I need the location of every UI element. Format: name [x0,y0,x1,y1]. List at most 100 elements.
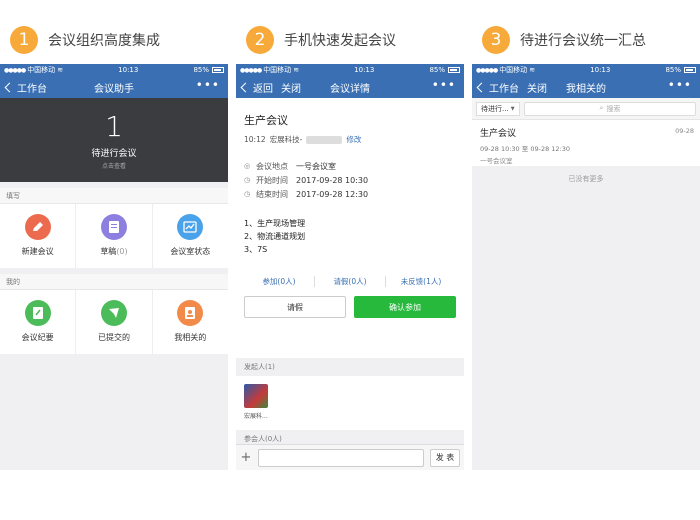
signal-icon: ●●●●● [4,66,26,74]
step-badge: 3 [482,26,510,54]
carrier: 中国移动 [499,66,528,74]
agenda-list: 1、生产现场管理 2、物流通道规划 3、7S [244,217,456,256]
nav-bar: 工作台 会议助手 ••• [0,76,228,98]
pending-label: 待进行会议 [91,149,137,159]
status-bar: ●●●●● 中国移动 ≋ 10:13 85% [236,64,464,76]
clock: 10:13 [118,66,139,74]
item-time-end: 09-28 12:30 [530,145,571,153]
no-response-count[interactable]: 未反馈(1人) [386,276,456,287]
submitted-label: 已提交的 [97,333,130,342]
column-1: 1 会议组织高度集成 ●●●●● 中国移动 ≋ 10:13 85% 工作台 会议助手… [0,0,228,520]
battery-icon [684,67,696,73]
agenda-item: 1、生产现场管理 [244,219,306,228]
section-title: 会议组织高度集成 [48,33,160,49]
search-placeholder: 搜索 [606,104,621,113]
section-label-mine: 我的 [0,274,228,290]
battery-percent: 85% [665,66,681,74]
location-key: 会议地点 [256,161,288,171]
room-status-button[interactable]: 会议室状态 [153,204,228,268]
search-input[interactable]: ⌕ 搜索 [524,101,696,116]
request-leave-button[interactable]: 请假 [244,296,346,318]
pending-count: 1 [105,110,123,143]
back-label: 工作台 [489,83,519,95]
nav-bar: 工作台 关闭 我相关的 ••• [472,76,700,98]
back-button[interactable]: 返回 关闭 [240,80,301,95]
search-icon: ⌕ [599,104,604,112]
section-header: 2 手机快速发起会议 [246,26,396,54]
close-button[interactable]: 关闭 [527,80,547,95]
more-button[interactable]: ••• [432,78,456,92]
battery-percent: 85% [429,66,445,74]
mine-section: 我的 会议纪要 已提交的 我相关的 [0,274,228,354]
section-title: 手机快速发起会议 [284,33,396,49]
draft-label: 草稿(0) [100,246,127,257]
close-button[interactable]: 关闭 [281,80,301,95]
edit-link[interactable]: 修改 [346,134,361,145]
created-time: 10:12 [244,135,266,144]
leave-count[interactable]: 请假(0人) [315,275,386,287]
section-title: 待进行会议统一汇总 [520,33,646,49]
battery-percent: 85% [193,66,209,74]
meeting-info: ◎ 会议地点 一号会议室 ◷ 开始时间 2017-09-28 10:30 ◷ 结束时间 20… [244,159,456,201]
nav-bar: 返回 关闭 会议详情 ••• [236,76,464,98]
step-badge: 1 [10,26,38,54]
clock-icon: ◷ [244,190,251,198]
section-header: 3 待进行会议统一汇总 [482,26,646,54]
chevron-left-icon [240,82,251,92]
start-value: 2017-09-28 10:30 [296,175,369,185]
agenda-item: 3、7S [244,245,268,254]
room-status-label: 会议室状态 [170,247,211,256]
column-3: 3 待进行会议统一汇总 ●●●●● 中国移动 ≋ 10:13 85% 工作台 关闭 我… [472,0,700,520]
item-time-sep: 至 [521,145,529,153]
item-date: 09-28 [675,127,694,135]
more-button[interactable]: ••• [668,78,692,92]
battery-icon [212,67,224,73]
clock-icon: ◷ [244,176,251,184]
new-meeting-button[interactable]: 新建会议 [0,204,77,268]
draft-text: 草稿 [100,247,117,256]
plus-icon[interactable]: + [240,450,252,465]
comment-input[interactable] [258,448,424,467]
submitted-button[interactable]: 已提交的 [76,290,153,354]
chevron-left-icon [476,82,487,92]
new-meeting-label: 新建会议 [21,247,54,256]
initiator-header: 发起人(1) [236,358,464,376]
meeting-title: 生产会议 [244,114,288,127]
no-more-text: 已没有更多 [568,175,604,183]
section-header: 1 会议组织高度集成 [10,26,160,54]
paper-plane-icon [100,300,127,326]
pending-meetings-panel[interactable]: 1 待进行会议 点击查看 [0,98,228,182]
wifi-icon: ≋ [293,66,300,74]
avatar[interactable] [244,384,268,408]
more-button[interactable]: ••• [196,78,220,92]
pending-hint: 点击查看 [101,163,126,170]
back-button[interactable]: 工作台 关闭 [476,80,547,95]
step-badge: 2 [246,26,274,54]
signal-icon: ●●●●● [476,66,498,74]
carrier: 中国移动 [263,66,292,74]
send-button[interactable]: 发 表 [430,448,460,467]
chart-icon [177,214,204,240]
meeting-detail-body: 生产会议 10:12 宏展科技- 修改 ◎ 会议地点 一号会议室 ◷ 开始时间 2017… [236,98,464,358]
filter-value: 待进行... [481,104,509,113]
location-value: 一号会议室 [296,161,336,171]
status-filter-select[interactable]: 待进行... ▼ [476,101,520,116]
list-item[interactable]: 生产会议 09-28 09-28 10:30 至 09-28 12:30 一号会… [472,120,700,166]
wifi-icon: ≋ [529,66,536,74]
item-time-start: 09-28 10:30 [480,145,520,153]
confirm-attend-button[interactable]: 确认参加 [354,296,456,318]
minutes-button[interactable]: 会议纪要 [0,290,77,354]
location-pin-icon: ◎ [244,162,251,170]
end-key: 结束时间 [256,189,288,199]
person-card-icon [177,300,204,326]
draft-count: (0) [116,247,128,256]
phone-screen-meeting-detail: ●●●●● 中国移动 ≋ 10:13 85% 返回 关闭 会议详情 ••• 生产会议 … [236,64,464,470]
minutes-label: 会议纪要 [21,333,54,342]
related-button[interactable]: 我相关的 [153,290,228,354]
organizer: 宏展科技- [269,135,303,144]
join-count[interactable]: 参加(0人) [244,275,315,287]
filter-bar: 待进行... ▼ ⌕ 搜索 [472,98,700,120]
back-button[interactable]: 工作台 [4,80,47,95]
draft-button[interactable]: 草稿(0) [76,204,153,268]
signal-icon: ●●●●● [240,66,262,74]
